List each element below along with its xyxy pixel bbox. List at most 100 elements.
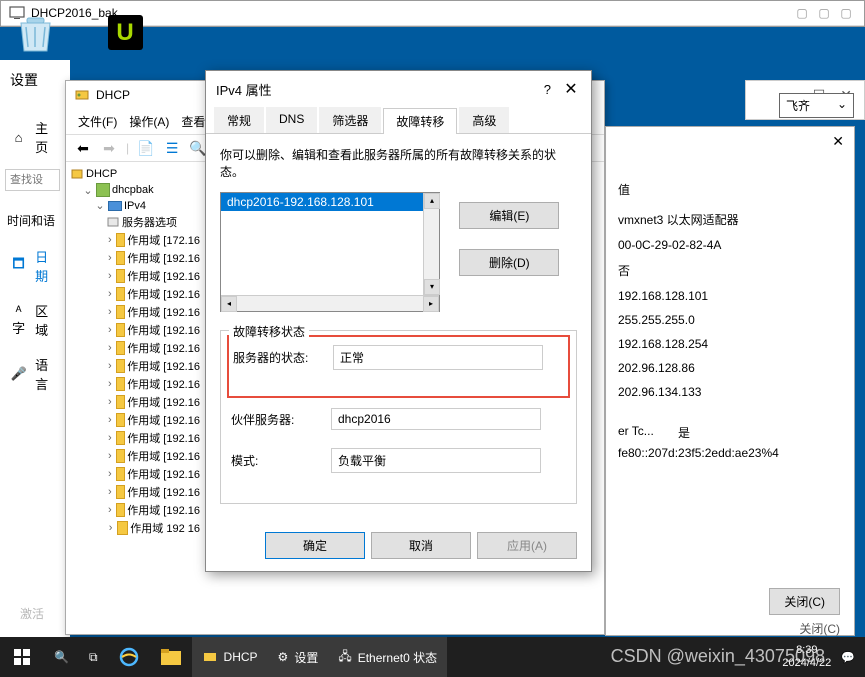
- taskbar-search[interactable]: 🔍: [44, 637, 79, 677]
- tree-label: 作用域 [192.16: [127, 322, 200, 338]
- tab-dns[interactable]: DNS: [266, 107, 317, 133]
- vm-close-icon[interactable]: ▢: [836, 6, 856, 20]
- taskbar-taskview[interactable]: ⧉: [79, 637, 108, 677]
- scroll-up-icon[interactable]: ▴: [424, 193, 440, 209]
- props-list: vmxnet3 以太网适配器00-0C-29-02-82-4A否192.168.…: [618, 206, 842, 404]
- expand-icon[interactable]: ›: [106, 324, 114, 336]
- expand-icon[interactable]: ›: [106, 270, 114, 282]
- taskbar-settings[interactable]: ⚙ 设置: [268, 637, 329, 677]
- highlighted-box: 服务器的状态: 正常: [227, 335, 570, 398]
- uninstall-app[interactable]: U: [105, 15, 145, 55]
- expand-icon[interactable]: ›: [106, 288, 114, 300]
- expand-icon[interactable]: ›: [106, 522, 115, 534]
- forward-icon[interactable]: ➡: [100, 139, 118, 157]
- tree-scope[interactable]: ›作用域 [192.16: [70, 447, 200, 465]
- ipv4-titlebar[interactable]: IPv4 属性 ? ✕: [206, 71, 591, 107]
- expand-icon[interactable]: ›: [106, 342, 114, 354]
- taskbar-explorer[interactable]: [150, 637, 192, 677]
- tree-scope[interactable]: ›作用域 [192.16: [70, 501, 200, 519]
- tree-scope[interactable]: ›作用域 [192.16: [70, 465, 200, 483]
- taskbar-ethernet[interactable]: 🖧 Ethernet0 状态: [328, 637, 447, 677]
- options-icon[interactable]: ☰: [163, 139, 181, 157]
- scroll-left-icon[interactable]: ◂: [221, 296, 237, 312]
- expand-icon[interactable]: ›: [106, 414, 114, 426]
- expand-icon[interactable]: ›: [106, 252, 114, 264]
- taskbar-clock[interactable]: 8:39 2024/4/22: [782, 644, 831, 670]
- search-dropdown[interactable]: 飞齐 ⌄: [779, 93, 854, 118]
- settings-item-region[interactable]: ᴬ字 区域: [5, 293, 65, 347]
- tree-scope[interactable]: ›作用域 [192.16: [70, 375, 200, 393]
- scrollbar-vertical[interactable]: ▴ ▾: [423, 193, 439, 295]
- close-button[interactable]: 关闭(C): [769, 588, 840, 615]
- scrollbar-horizontal[interactable]: ◂ ▸: [221, 295, 439, 311]
- settings-home[interactable]: ⌂ 主页: [5, 110, 65, 164]
- scroll-right-icon[interactable]: ▸: [423, 296, 439, 312]
- cancel-button[interactable]: 取消: [371, 532, 471, 559]
- expand-icon[interactable]: ›: [106, 378, 114, 390]
- failover-relations-list[interactable]: dhcp2016-192.168.128.101 ▴ ▾ ◂ ▸: [220, 192, 440, 312]
- tab-general[interactable]: 常规: [214, 107, 264, 133]
- up-icon[interactable]: 📄: [137, 139, 155, 157]
- delete-button[interactable]: 删除(D): [459, 249, 559, 276]
- vm-minimize-icon[interactable]: ▢: [792, 6, 812, 20]
- tree-scope[interactable]: ›作用域 [192.16: [70, 285, 200, 303]
- collapse-icon[interactable]: ⌄: [94, 199, 106, 212]
- tree-scope[interactable]: ›作用域 [192.16: [70, 249, 200, 267]
- expand-icon[interactable]: ›: [106, 306, 114, 318]
- notification-icon[interactable]: 💬: [841, 651, 855, 664]
- scroll-down-icon[interactable]: ▾: [424, 279, 440, 295]
- tree-scope[interactable]: ›作用域 [192.16: [70, 429, 200, 447]
- expand-icon[interactable]: ›: [106, 450, 114, 462]
- tree-scope[interactable]: ›作用域 [192.16: [70, 303, 200, 321]
- back-icon[interactable]: ⬅: [74, 139, 92, 157]
- tree-scope[interactable]: ›作用域 192 16: [70, 519, 200, 537]
- taskbar: 🔍 ⧉ DHCP ⚙ 设置 🖧 Ethernet0 状态 8:39 2024/4…: [0, 637, 865, 677]
- tree-scope[interactable]: › 作用域 [192.16: [70, 321, 200, 339]
- tree-server[interactable]: ⌄ dhcpbak: [70, 182, 200, 198]
- taskbar-ie[interactable]: [108, 637, 150, 677]
- close-icon[interactable]: ✕: [832, 133, 844, 150]
- apply-button[interactable]: 应用(A): [477, 532, 577, 559]
- settings-item-speech[interactable]: 🎤 语言: [5, 347, 65, 401]
- tree-scope[interactable]: ›作用域 [172.16: [70, 231, 200, 249]
- tree-scope[interactable]: ›作用域 [192.16: [70, 357, 200, 375]
- tree-scope[interactable]: ›作用域 [192.16: [70, 393, 200, 411]
- tree-label: 作用域 [192.16: [127, 484, 200, 500]
- close-button-2[interactable]: 关闭(C): [799, 620, 840, 637]
- folder-icon: [116, 305, 126, 319]
- menu-action[interactable]: 操作(A): [125, 111, 173, 132]
- props-header: 值: [618, 177, 842, 206]
- props-item: 00-0C-29-02-82-4A: [618, 233, 842, 257]
- menu-file[interactable]: 文件(F): [74, 111, 121, 132]
- tab-advanced[interactable]: 高级: [459, 107, 509, 133]
- expand-icon[interactable]: ›: [106, 504, 114, 516]
- recycle-bin[interactable]: [15, 15, 55, 55]
- close-icon[interactable]: ✕: [561, 79, 581, 99]
- tree-scope[interactable]: ›作用域 [192.16: [70, 411, 200, 429]
- taskbar-dhcp[interactable]: DHCP: [192, 637, 268, 677]
- dropdown-icon[interactable]: ⌄: [837, 97, 847, 114]
- expand-icon[interactable]: ›: [106, 468, 114, 480]
- tree-root[interactable]: DHCP: [70, 166, 200, 182]
- help-icon[interactable]: ?: [544, 82, 551, 97]
- edit-button[interactable]: 编辑(E): [459, 202, 559, 229]
- collapse-icon[interactable]: ⌄: [82, 184, 94, 197]
- start-button[interactable]: [0, 637, 44, 677]
- settings-item-date[interactable]: 🗖 日期: [5, 239, 65, 293]
- tree-scope[interactable]: › 作用域 [192.16: [70, 483, 200, 501]
- expand-icon[interactable]: ›: [106, 234, 114, 246]
- vm-maximize-icon[interactable]: ▢: [814, 6, 834, 20]
- ok-button[interactable]: 确定: [265, 532, 365, 559]
- tree-ipv4[interactable]: ⌄ IPv4: [70, 198, 200, 213]
- tab-filter[interactable]: 筛选器: [319, 107, 381, 133]
- expand-icon[interactable]: ›: [106, 360, 114, 372]
- tab-failover[interactable]: 故障转移: [383, 108, 457, 134]
- settings-search[interactable]: [5, 169, 60, 191]
- tree-scope[interactable]: ›作用域 [192.16: [70, 267, 200, 285]
- failover-list-item[interactable]: dhcp2016-192.168.128.101: [221, 193, 439, 211]
- tree-scope[interactable]: ›作用域 [192.16: [70, 339, 200, 357]
- expand-icon[interactable]: ›: [106, 486, 114, 498]
- tree-server-options[interactable]: 服务器选项: [70, 213, 200, 231]
- expand-icon[interactable]: ›: [106, 396, 114, 408]
- expand-icon[interactable]: ›: [106, 432, 114, 444]
